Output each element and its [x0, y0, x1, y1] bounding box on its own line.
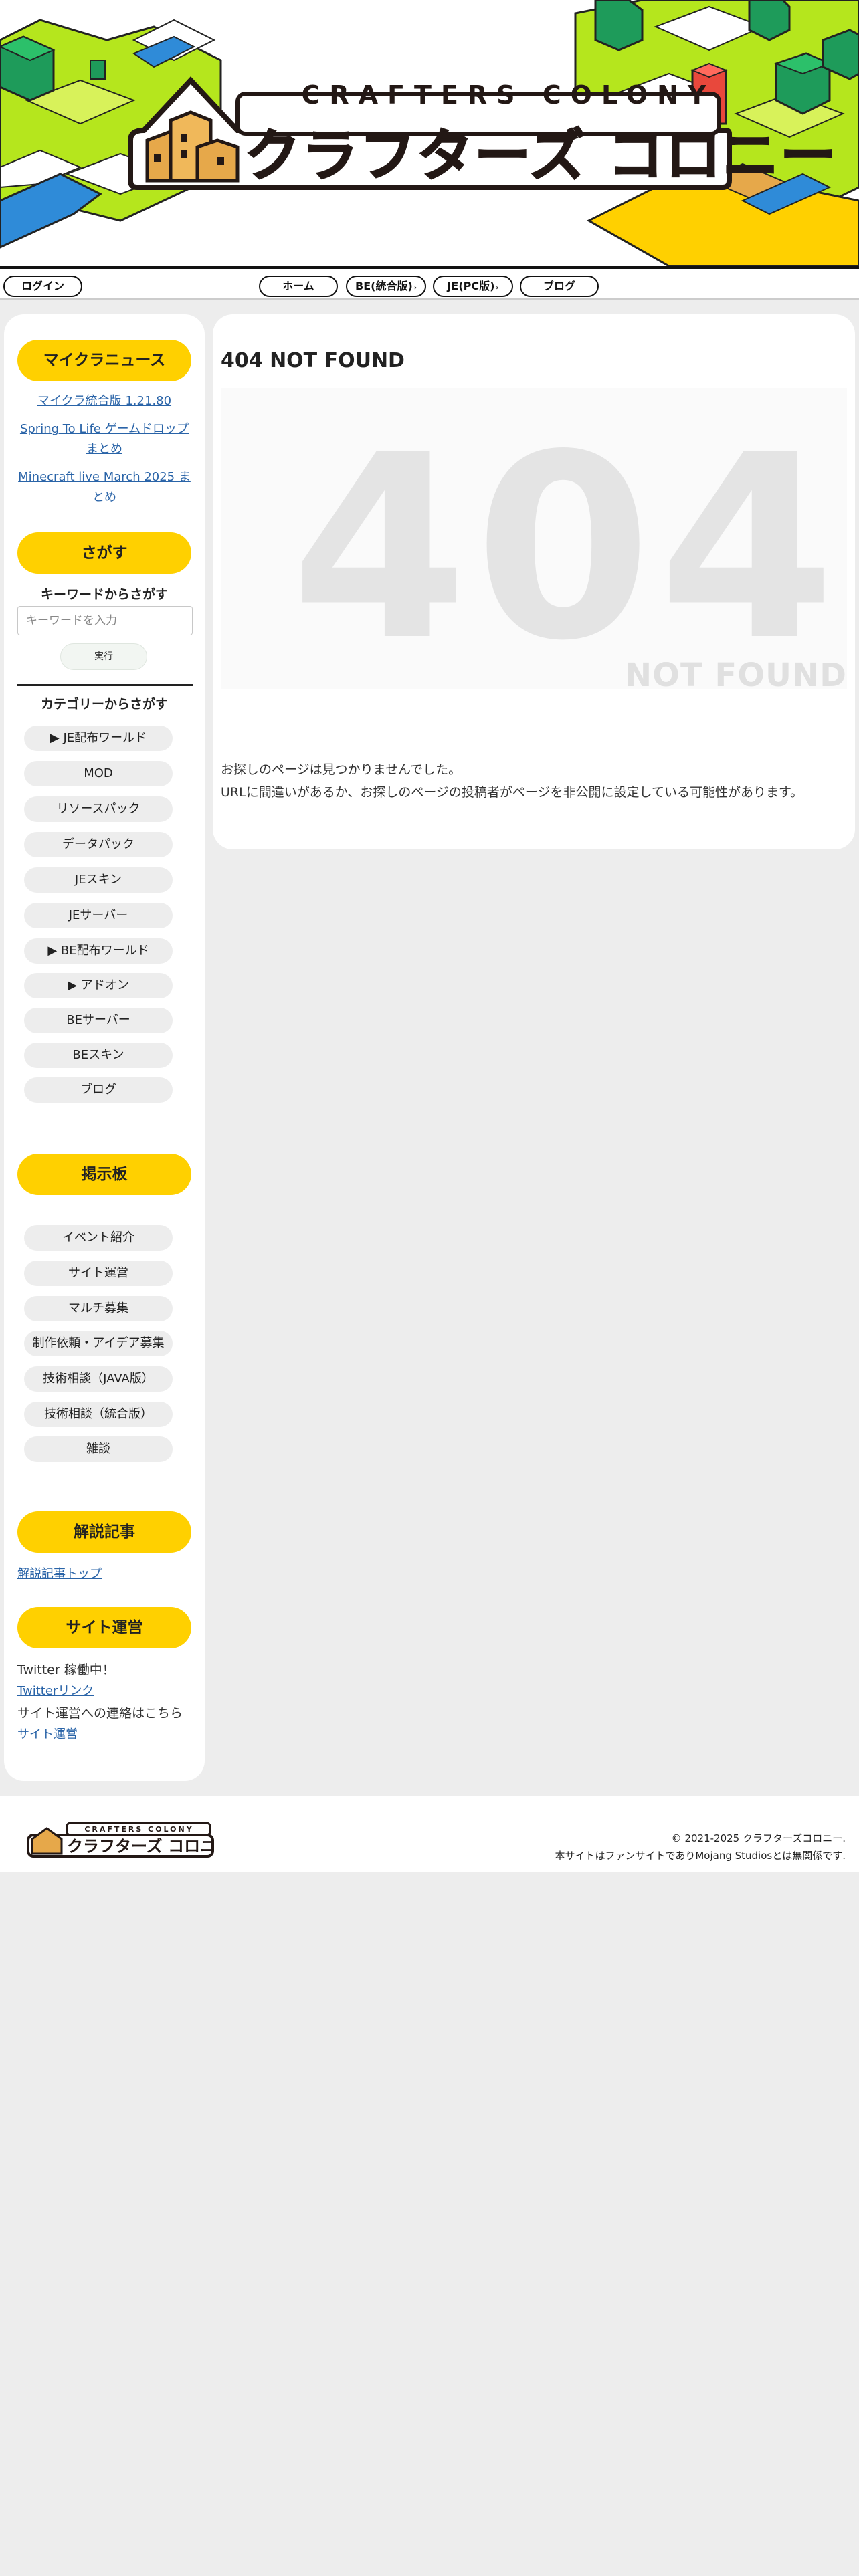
board-tech-java[interactable]: 技術相談（JAVA版）	[24, 1366, 173, 1392]
global-nav: ログイン ホーム BE(統合版) › JE(PC版) › ブログ	[0, 266, 859, 300]
news-heading: マイクラニュース	[17, 340, 191, 381]
disclaimer-text: 本サイトはファンサイトでありMojang Studiosとは無関係です.	[555, 1850, 846, 1862]
board-requests[interactable]: 制作依頼・アイデア募集	[24, 1331, 173, 1356]
articles-heading: 解説記事	[17, 1511, 191, 1553]
category-resource-pack[interactable]: リソースパック	[24, 796, 173, 822]
twitter-link[interactable]: Twitterリンク	[17, 1681, 191, 1702]
board-event[interactable]: イベント紹介	[24, 1225, 173, 1251]
login-button[interactable]: ログイン	[3, 276, 82, 297]
chevron-down-icon: ›	[496, 284, 499, 292]
error-message-primary: お探しのページは見つかりませんでした。	[221, 762, 462, 777]
board-chat[interactable]: 雑談	[24, 1436, 173, 1462]
main-content-card: 404 NOT FOUND 404 NOT FOUND お探しのページは見つかり…	[213, 314, 855, 849]
articles-top-link[interactable]: 解説記事トップ	[17, 1564, 191, 1585]
board-heading: 掲示板	[17, 1154, 191, 1195]
logo-english-text: CRAFTERS COLONY	[301, 80, 716, 110]
nav-be-label: BE(統合版)	[355, 280, 413, 292]
error-message-secondary: URLに間違いがあるか、お探しのページの投稿者がページを非公開に設定している可能…	[221, 785, 803, 800]
category-mod[interactable]: MOD	[24, 761, 173, 786]
category-be-world[interactable]: ▶ BE配布ワールド	[24, 938, 173, 964]
news-link-3[interactable]: Minecraft live March 2025 ま	[17, 467, 191, 488]
error-code-watermark: 404	[291, 400, 842, 689]
site-management-heading: サイト運営	[17, 1607, 191, 1648]
news-link-2-cont[interactable]: まとめ	[17, 439, 191, 460]
nav-je-label: JE(PC版)	[447, 280, 495, 292]
news-link-1[interactable]: マイクラ統合版 1.21.80	[17, 391, 191, 412]
news-link-3-cont[interactable]: とめ	[17, 487, 191, 508]
category-je-skin[interactable]: JEスキン	[24, 867, 173, 893]
divider	[17, 684, 193, 686]
nav-blog[interactable]: ブログ	[520, 276, 599, 297]
footer-copy: © 2021-2025 クラフターズコロニー. 本サイトはファンサイトでありMo…	[555, 1830, 846, 1864]
footer-logo[interactable]: CRAFTERS COLONY クラフターズ コロニー	[27, 1820, 214, 1858]
error-graphic: 404 NOT FOUND	[221, 388, 847, 689]
board-multiplayer[interactable]: マルチ募集	[24, 1296, 173, 1321]
nav-home[interactable]: ホーム	[259, 276, 338, 297]
board-tech-bedrock[interactable]: 技術相談（統合版）	[24, 1402, 173, 1427]
site-management-link[interactable]: サイト運営	[17, 1724, 191, 1745]
chevron-down-icon: ›	[413, 284, 417, 292]
category-blog[interactable]: ブログ	[24, 1077, 173, 1103]
twitter-status-text: Twitter 稼働中！	[17, 1662, 115, 1677]
header-banner: CRAFTERS COLONY クラフターズ コロニー	[0, 0, 859, 266]
board-site-management[interactable]: サイト運営	[24, 1261, 173, 1286]
search-execute-button[interactable]: 実行	[60, 643, 147, 670]
footer-logo-en: CRAFTERS COLONY	[84, 1825, 193, 1834]
footer-logo-jp: クラフターズ コロニー	[67, 1837, 214, 1856]
news-link-2[interactable]: Spring To Life ゲームドロップ	[17, 419, 191, 440]
keyword-search-input[interactable]: キーワードを入力	[17, 606, 193, 635]
logo-japanese-text: クラフターズ コロニー	[244, 122, 838, 189]
category-be-skin[interactable]: BEスキン	[24, 1043, 173, 1068]
category-je-world[interactable]: ▶ JE配布ワールド	[24, 726, 173, 751]
nav-je-dropdown[interactable]: JE(PC版) ›	[433, 276, 513, 297]
site-logo[interactable]: CRAFTERS COLONY クラフターズ コロニー	[124, 67, 838, 191]
nav-be-dropdown[interactable]: BE(統合版) ›	[346, 276, 426, 297]
category-search-label: カテゴリーからさがす	[40, 697, 168, 712]
copyright-text: © 2021-2025 クラフターズコロニー.	[671, 1832, 846, 1844]
search-heading: さがす	[17, 532, 191, 574]
contact-text: サイト運営への連絡はこちら	[17, 1706, 183, 1721]
category-data-pack[interactable]: データパック	[24, 832, 173, 857]
not-found-watermark: NOT FOUND	[624, 657, 847, 689]
category-addon[interactable]: ▶ アドオン	[24, 973, 173, 998]
keyword-search-label: キーワードからさがす	[40, 587, 168, 602]
category-je-server[interactable]: JEサーバー	[24, 903, 173, 928]
sidebar: マイクラニュース マイクラ統合版 1.21.80 Spring To Life …	[4, 314, 205, 1781]
page-title: 404 NOT FOUND	[221, 349, 405, 372]
category-be-server[interactable]: BEサーバー	[24, 1008, 173, 1033]
footer: CRAFTERS COLONY クラフターズ コロニー © 2021-2025 …	[0, 1796, 859, 1872]
